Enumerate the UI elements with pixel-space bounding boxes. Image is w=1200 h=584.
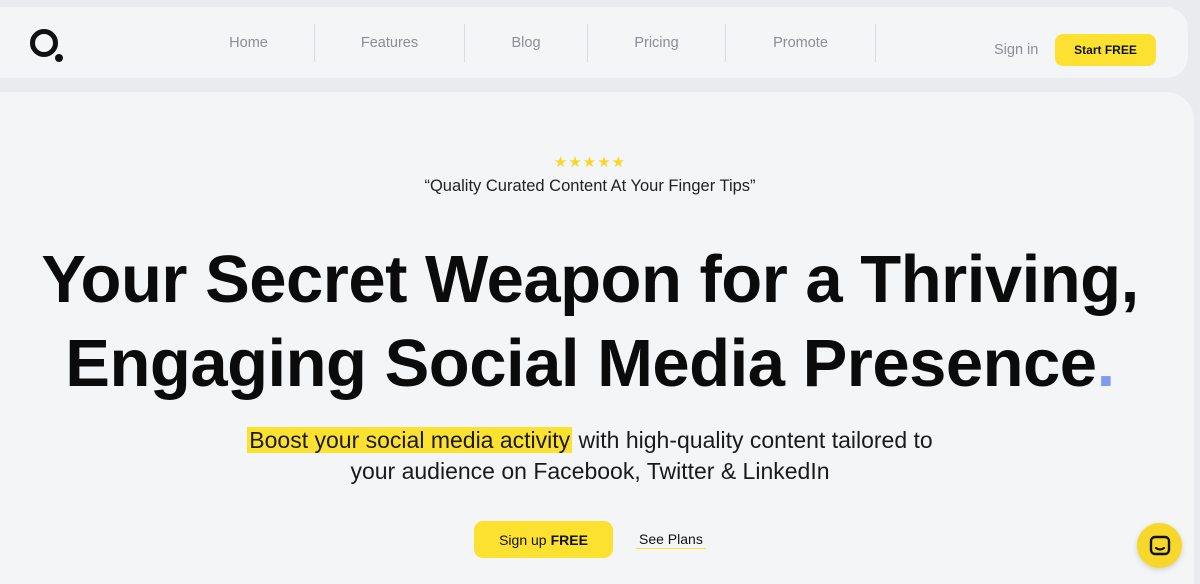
nav-link-promote[interactable]: Promote bbox=[726, 24, 876, 62]
start-free-button[interactable]: Start FREE bbox=[1055, 34, 1156, 66]
see-plans-link[interactable]: See Plans bbox=[636, 531, 706, 549]
subtitle-rest-1: with high-quality content tailored to bbox=[572, 427, 933, 453]
tagline: “Quality Curated Content At Your Finger … bbox=[424, 177, 756, 195]
navbar: Home Features Blog Pricing Promote Sign … bbox=[0, 7, 1188, 78]
nav-link-home[interactable]: Home bbox=[183, 24, 315, 62]
rating-stars-icon: ★★★★★ bbox=[553, 154, 627, 171]
subtitle: Boost your social media activity with hi… bbox=[0, 425, 1180, 487]
signup-bold: FREE bbox=[550, 531, 588, 548]
nav-links: Home Features Blog Pricing Promote bbox=[183, 24, 876, 62]
headline-line-2: Engaging Social Media Presence bbox=[65, 326, 1097, 401]
signup-prefix: Sign up bbox=[499, 531, 547, 548]
subtitle-highlight: Boost your social media activity bbox=[247, 427, 573, 453]
hero-section: ★★★★★ “Quality Curated Content At Your F… bbox=[0, 92, 1194, 584]
subtitle-rest-2: your audience on Facebook, Twitter & Lin… bbox=[350, 458, 830, 484]
nav-link-blog[interactable]: Blog bbox=[465, 24, 588, 62]
headline: Your Secret Weapon for a Thriving, Engag… bbox=[0, 238, 1180, 406]
chat-button[interactable] bbox=[1137, 523, 1182, 568]
headline-line-1: Your Secret Weapon for a Thriving, bbox=[41, 242, 1139, 317]
nav-link-features[interactable]: Features bbox=[315, 24, 465, 62]
chat-icon bbox=[1149, 535, 1170, 555]
headline-dot: . bbox=[1096, 326, 1116, 401]
signup-free-button[interactable]: Sign up FREE bbox=[474, 521, 613, 558]
nav-link-pricing[interactable]: Pricing bbox=[588, 24, 726, 62]
sign-in-link[interactable]: Sign in bbox=[994, 42, 1038, 58]
logo-icon[interactable] bbox=[28, 28, 66, 66]
